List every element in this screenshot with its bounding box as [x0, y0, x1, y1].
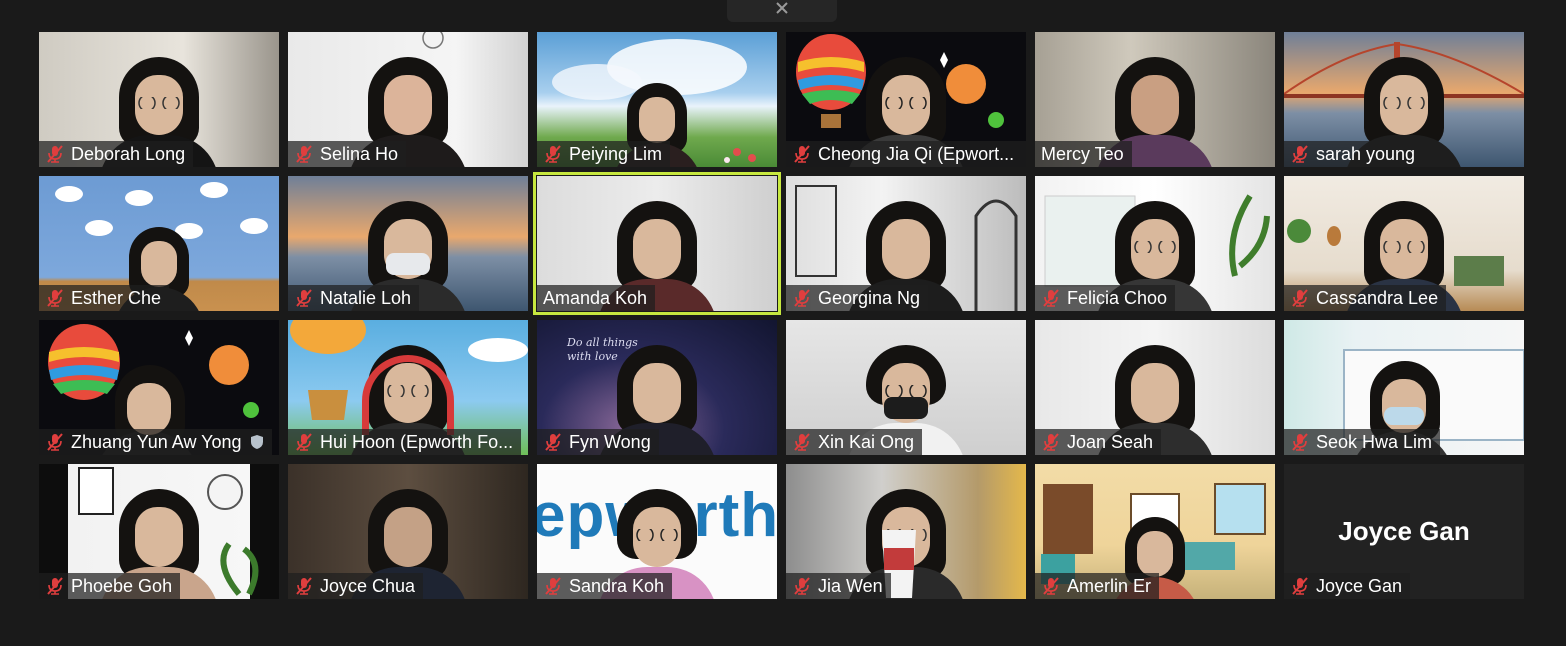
participant-name: sarah young	[1316, 143, 1416, 164]
participant-name-tag: Hui Hoon (Epworth Fo...	[288, 429, 522, 455]
participant-name-tag: Selina Ho	[288, 141, 407, 167]
participant-name: Amanda Koh	[543, 287, 648, 308]
participant-name: Mercy Teo	[1041, 143, 1124, 164]
participant-name: Selina Ho	[320, 143, 399, 164]
mic-muted-icon	[47, 577, 63, 595]
participant-name: Seok Hwa Lim	[1316, 431, 1433, 452]
participant-name-tag: Peiying Lim	[537, 141, 671, 167]
encryption-shield-icon	[250, 435, 263, 449]
video-tile[interactable]: Natalie Loh	[288, 176, 528, 311]
mic-muted-icon	[47, 145, 63, 163]
video-tile[interactable]: Deborah Long	[39, 32, 279, 167]
participant-name-tag: Seok Hwa Lim	[1284, 429, 1441, 455]
mic-muted-icon	[296, 577, 312, 595]
video-tile[interactable]: Amerlin Er	[1035, 464, 1275, 599]
mic-muted-icon	[1043, 289, 1059, 307]
video-tile[interactable]: epworth Sandra Koh	[537, 464, 777, 599]
mic-muted-icon	[545, 577, 561, 595]
video-tile[interactable]: Cassandra Lee	[1284, 176, 1524, 311]
participant-name: Sandra Koh	[569, 575, 665, 596]
mic-muted-icon	[296, 289, 312, 307]
video-tile-camera-off[interactable]: Joyce Gan Joyce Gan	[1284, 464, 1524, 599]
participant-name-tag: Zhuang Yun Aw Yong	[39, 429, 272, 455]
participant-name-tag: Cheong Jia Qi (Epwort...	[786, 141, 1026, 167]
video-tile[interactable]: Georgina Ng	[786, 176, 1026, 311]
video-tile[interactable]: Zhuang Yun Aw Yong	[39, 320, 279, 455]
participant-name: Joan Seah	[1067, 431, 1154, 452]
wall-clock-icon	[422, 32, 444, 49]
participant-name-tag: Amerlin Er	[1035, 573, 1160, 599]
video-tile[interactable]: Joan Seah	[1035, 320, 1275, 455]
participant-name: Deborah Long	[71, 143, 186, 164]
mic-muted-icon	[794, 289, 810, 307]
video-tile[interactable]: Joyce Chua	[288, 464, 528, 599]
video-tile[interactable]: Peiying Lim	[537, 32, 777, 167]
mic-muted-icon	[1043, 433, 1059, 451]
video-tile[interactable]: sarah young	[1284, 32, 1524, 167]
mic-muted-icon	[1292, 577, 1308, 595]
participant-name: Xin Kai Ong	[818, 431, 915, 452]
participant-name: Esther Che	[71, 287, 162, 308]
gallery-grid: Deborah Long Selina Ho Peiying Lim Cheon…	[0, 0, 1566, 646]
participant-name-tag: Joyce Chua	[288, 573, 424, 599]
video-tile[interactable]: Seok Hwa Lim	[1284, 320, 1524, 455]
participant-name: Cheong Jia Qi (Epwort...	[818, 143, 1015, 164]
mic-muted-icon	[794, 577, 810, 595]
participant-name: Peiying Lim	[569, 143, 663, 164]
participant-name-tag: Esther Che	[39, 285, 170, 311]
participant-name-tag: Deborah Long	[39, 141, 194, 167]
participant-name-tag: Amanda Koh	[537, 285, 656, 311]
participant-name: Georgina Ng	[818, 287, 921, 308]
participant-name-tag: Mercy Teo	[1035, 141, 1132, 167]
participant-name: Fyn Wong	[569, 431, 651, 452]
participant-name: Felicia Choo	[1067, 287, 1168, 308]
video-tile[interactable]: Mercy Teo	[1035, 32, 1275, 167]
video-tile[interactable]: Phoebe Goh	[39, 464, 279, 599]
participant-name-tag: Georgina Ng	[786, 285, 929, 311]
video-tile[interactable]: Do all things with love Fyn Wong	[537, 320, 777, 455]
participant-name-tag: Fyn Wong	[537, 429, 659, 455]
participant-name-tag: sarah young	[1284, 141, 1424, 167]
participant-name: Joyce Chua	[320, 575, 416, 596]
participant-name: Hui Hoon (Epworth Fo...	[320, 431, 514, 452]
video-tile[interactable]: Hui Hoon (Epworth Fo...	[288, 320, 528, 455]
mic-muted-icon	[47, 433, 63, 451]
video-tile[interactable]: Felicia Choo	[1035, 176, 1275, 311]
participant-name-tag: Natalie Loh	[288, 285, 420, 311]
participant-name-tag: Cassandra Lee	[1284, 285, 1447, 311]
participant-name: Zhuang Yun Aw Yong	[71, 431, 242, 452]
participant-name-tag: Xin Kai Ong	[786, 429, 923, 455]
mic-muted-icon	[794, 433, 810, 451]
participant-name-tag: Jia Wen	[786, 573, 891, 599]
participant-name-tag: Joyce Gan	[1284, 573, 1411, 599]
mic-muted-icon	[545, 145, 561, 163]
video-tile[interactable]: Esther Che	[39, 176, 279, 311]
mic-muted-icon	[47, 289, 63, 307]
participant-name-tag: Sandra Koh	[537, 573, 673, 599]
participant-name: Jia Wen	[818, 575, 883, 596]
video-tile-active-speaker[interactable]: Amanda Koh	[533, 172, 781, 315]
video-tile[interactable]: Cheong Jia Qi (Epwort...	[786, 32, 1026, 167]
participant-name: Natalie Loh	[320, 287, 412, 308]
mic-muted-icon	[794, 145, 810, 163]
participant-name: Joyce Gan	[1316, 575, 1403, 596]
mic-muted-icon	[296, 433, 312, 451]
mic-muted-icon	[1043, 577, 1059, 595]
participant-name-tag: Joan Seah	[1035, 429, 1162, 455]
participant-name: Amerlin Er	[1067, 575, 1152, 596]
video-tile[interactable]: Selina Ho	[288, 32, 528, 167]
mic-muted-icon	[296, 145, 312, 163]
participant-name: Phoebe Goh	[71, 575, 173, 596]
video-tile[interactable]: Jia Wen	[786, 464, 1026, 599]
mic-muted-icon	[1292, 289, 1308, 307]
video-tile[interactable]: Xin Kai Ong	[786, 320, 1026, 455]
participant-name: Cassandra Lee	[1316, 287, 1439, 308]
mic-muted-icon	[1292, 433, 1308, 451]
mic-muted-icon	[1292, 145, 1308, 163]
participant-display-name: Joyce Gan	[1338, 516, 1470, 546]
participant-name-tag: Phoebe Goh	[39, 573, 181, 599]
participant-name-tag: Felicia Choo	[1035, 285, 1176, 311]
mic-muted-icon	[545, 433, 561, 451]
